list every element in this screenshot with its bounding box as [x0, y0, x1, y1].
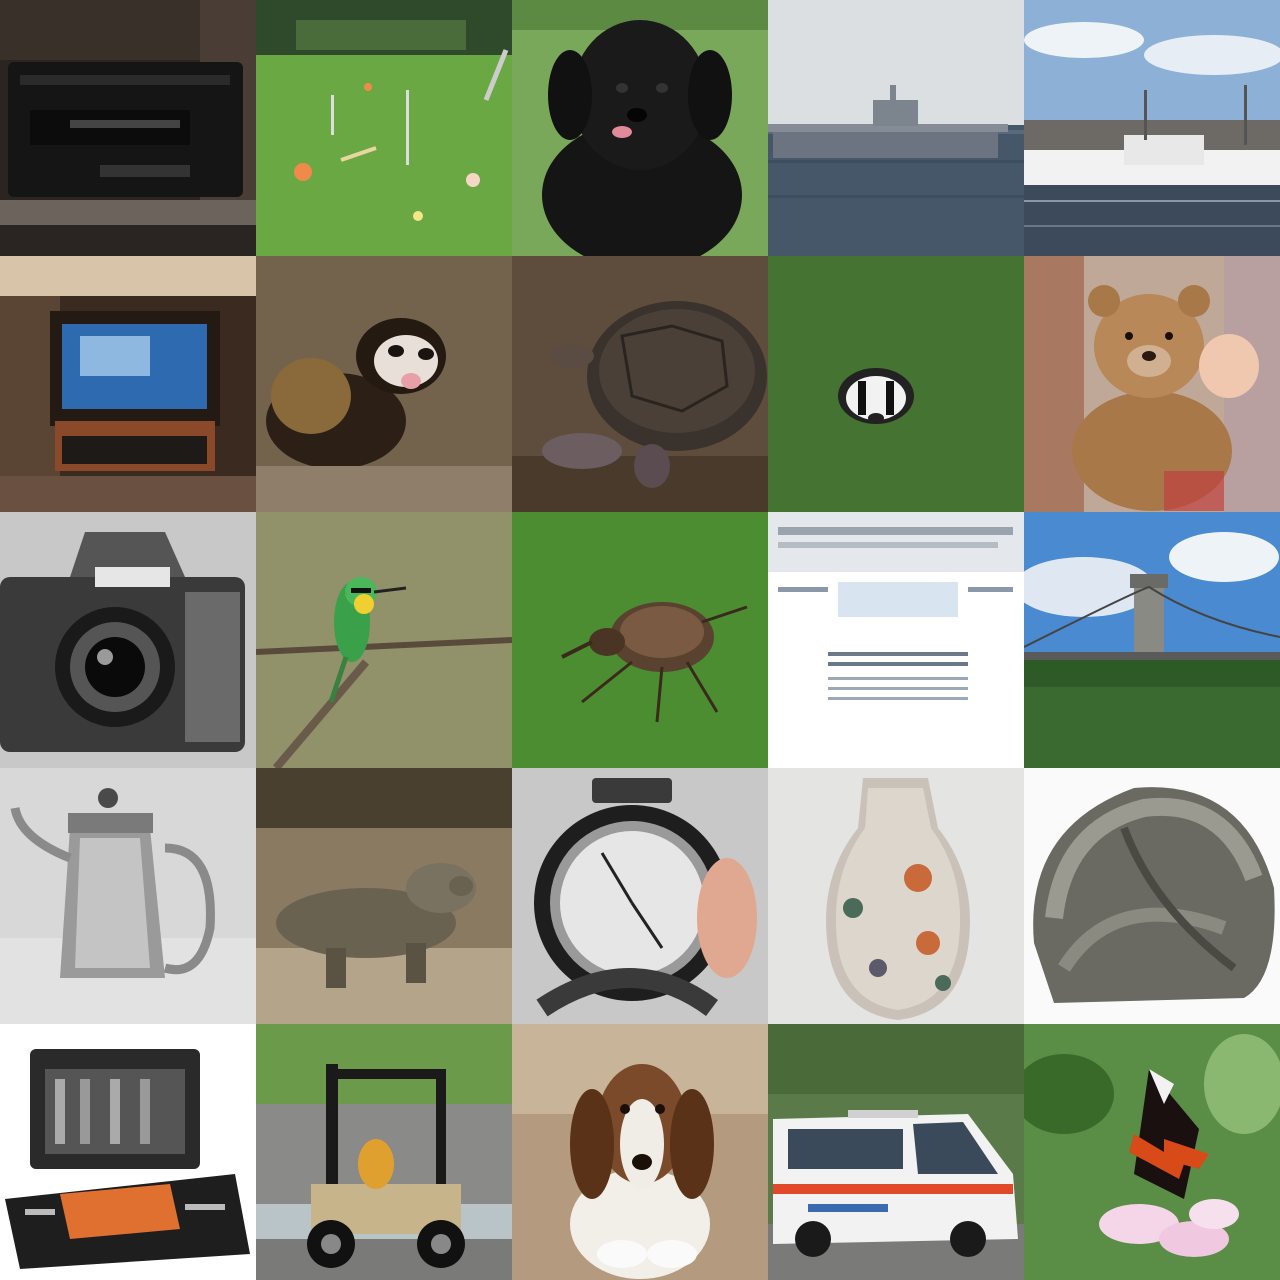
tile-ferret [256, 256, 512, 512]
tile-aircraft-carrier [768, 0, 1024, 256]
tile-painted-vase [768, 768, 1024, 1024]
tile-stopwatch [512, 768, 768, 1024]
tile-suspension-bridge [1024, 512, 1280, 768]
tile-camera [0, 512, 256, 768]
tile-television-room [0, 256, 256, 512]
tile-basset-hound [512, 1024, 768, 1280]
tile-turtle [512, 256, 768, 512]
tile-coffee-pot [0, 768, 256, 1024]
tile-ambulance-van [768, 1024, 1024, 1280]
tile-teddy-bear [1024, 256, 1280, 512]
image-grid [0, 0, 1280, 1280]
tile-toolbox [0, 1024, 256, 1280]
tile-cassette-player [0, 0, 256, 256]
tile-web-page [768, 512, 1024, 768]
tile-croquet-lawn [256, 0, 512, 256]
tile-badger [768, 256, 1024, 512]
tile-red-admiral-butterfly [1024, 1024, 1280, 1280]
tile-harbor-boats [1024, 0, 1280, 256]
tile-forklift [256, 1024, 512, 1280]
tile-weevil-beetle [512, 512, 768, 768]
tile-komodo-dragon [256, 768, 512, 1024]
tile-bee-eater-bird [256, 512, 512, 768]
tile-knit-cap [1024, 768, 1280, 1024]
tile-black-dog [512, 0, 768, 256]
